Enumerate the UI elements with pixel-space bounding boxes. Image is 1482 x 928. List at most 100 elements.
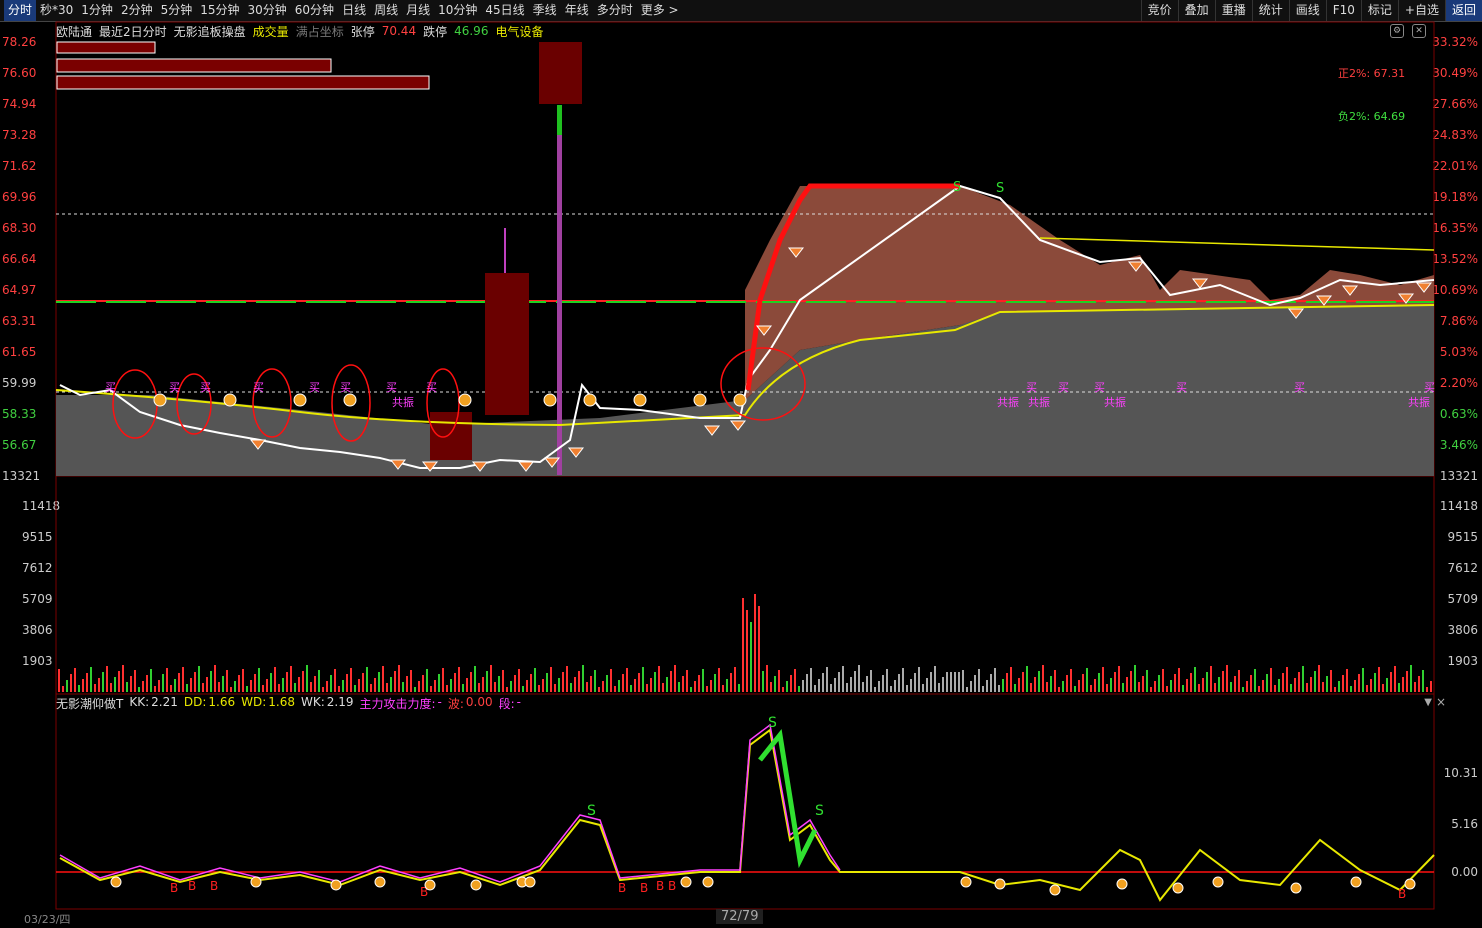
- volume-bar: [370, 684, 372, 692]
- volume-bar: [1214, 683, 1216, 692]
- volume-bar: [1150, 687, 1152, 692]
- volume-bar: [1334, 687, 1336, 692]
- volume-bar: [590, 676, 592, 692]
- volume-bar: [502, 670, 504, 692]
- volume-bar: [490, 665, 492, 692]
- volume-bar: [66, 680, 68, 692]
- volume-bar: [1050, 676, 1052, 692]
- volume-bar: [706, 686, 708, 692]
- volume-bar: [1410, 665, 1412, 692]
- volume-bar: [746, 610, 748, 692]
- volume-bar: [334, 669, 336, 692]
- buy-label: 买: [200, 381, 211, 394]
- s-mark: S: [587, 803, 596, 819]
- volume-bar: [1014, 684, 1016, 692]
- volume-bar: [794, 669, 796, 692]
- volume-bar: [198, 666, 200, 692]
- volume-bar: [346, 674, 348, 692]
- volume-bar: [118, 671, 120, 692]
- volume-bar: [1186, 679, 1188, 692]
- volume-bar: [878, 681, 880, 692]
- volume-bar: [1134, 665, 1136, 692]
- seg-label: 段:: [498, 697, 515, 711]
- volume-bar: [982, 686, 984, 692]
- volume-bar: [1110, 678, 1112, 692]
- hand-icon: [374, 876, 386, 888]
- volume-bar: [1174, 674, 1176, 692]
- volume-bar: [522, 686, 524, 692]
- volume-bar: [262, 685, 264, 692]
- volume-bar: [1026, 666, 1028, 692]
- volume-bar: [498, 676, 500, 692]
- volume-bar: [1242, 687, 1244, 692]
- volume-bar: [406, 676, 408, 692]
- volume-bar: [946, 672, 948, 692]
- hand-icon: [470, 879, 482, 891]
- coin-icon: [733, 393, 747, 407]
- volume-bar: [866, 676, 868, 692]
- coin-icon: [223, 393, 237, 407]
- volume-bar: [142, 681, 144, 692]
- volume-bar: [1350, 686, 1352, 692]
- volume-bar: [786, 681, 788, 692]
- hand-icon: [702, 876, 714, 888]
- chart-canvas[interactable]: 买买买买买买买买买买买买买买共振 共振 共振 共振共振S SSS SB B B B B B B BB: [0, 0, 1482, 928]
- buy-label: 买: [1094, 381, 1105, 394]
- volume-bar: [1066, 675, 1068, 692]
- volume-bar: [1086, 668, 1088, 692]
- volume-bar: [654, 672, 656, 692]
- close-panel-icon[interactable]: ×: [1436, 695, 1446, 709]
- volume-bar: [974, 675, 976, 692]
- indicator-line-magenta: [59, 723, 841, 883]
- volume-bar: [466, 678, 468, 692]
- volume-bar: [462, 684, 464, 692]
- volume-bar: [850, 677, 852, 692]
- volume-bar: [362, 673, 364, 692]
- volume-bar: [206, 677, 208, 692]
- volume-bar: [690, 687, 692, 692]
- volume-bar: [218, 682, 220, 692]
- volume-bar: [1390, 672, 1392, 692]
- volume-bar: [1426, 687, 1428, 692]
- volume-bar: [130, 676, 132, 692]
- volume-bar: [970, 681, 972, 692]
- volume-bar: [1170, 680, 1172, 692]
- volume-bar: [1374, 673, 1376, 692]
- volume-bar: [182, 667, 184, 692]
- volume-bar: [630, 685, 632, 692]
- volume-bar: [1006, 673, 1008, 692]
- volume-bar: [62, 686, 64, 692]
- volume-bar: [1106, 684, 1108, 692]
- volume-bar: [1254, 669, 1256, 692]
- volume-bar: [1122, 683, 1124, 692]
- indicator-tick: 0.00: [1451, 865, 1478, 879]
- indicator-name[interactable]: 无影潮仰做T: [56, 695, 123, 711]
- volume-bar: [82, 679, 84, 692]
- hand-icon: [1172, 882, 1184, 894]
- volume-bar: [390, 677, 392, 692]
- volume-bar: [710, 680, 712, 692]
- coin-icon: [293, 393, 307, 407]
- volume-bar: [242, 669, 244, 692]
- dropdown-icon[interactable]: ▼: [1424, 697, 1432, 708]
- buy-label: 买: [253, 381, 264, 394]
- volume-bar: [582, 665, 584, 692]
- volume-bar: [602, 681, 604, 692]
- volume-bar: [234, 681, 236, 692]
- green-bar-top: [557, 105, 562, 135]
- wd-label: WD:: [241, 695, 267, 709]
- volume-bar: [678, 682, 680, 692]
- volume-bar: [1146, 670, 1148, 692]
- volume-bar: [1382, 684, 1384, 692]
- volume-bar: [546, 673, 548, 692]
- coin-icon: [583, 393, 597, 407]
- b-mark: B: [656, 879, 664, 893]
- volume-bar: [158, 680, 160, 692]
- wave-value: 0.00: [465, 695, 493, 709]
- volume-bar: [246, 686, 248, 692]
- volume-bar: [1118, 666, 1120, 692]
- volume-bar: [634, 679, 636, 692]
- resonance-label: 共振: [1028, 395, 1050, 409]
- volume-bar: [950, 672, 952, 692]
- volume-bar: [1234, 676, 1236, 692]
